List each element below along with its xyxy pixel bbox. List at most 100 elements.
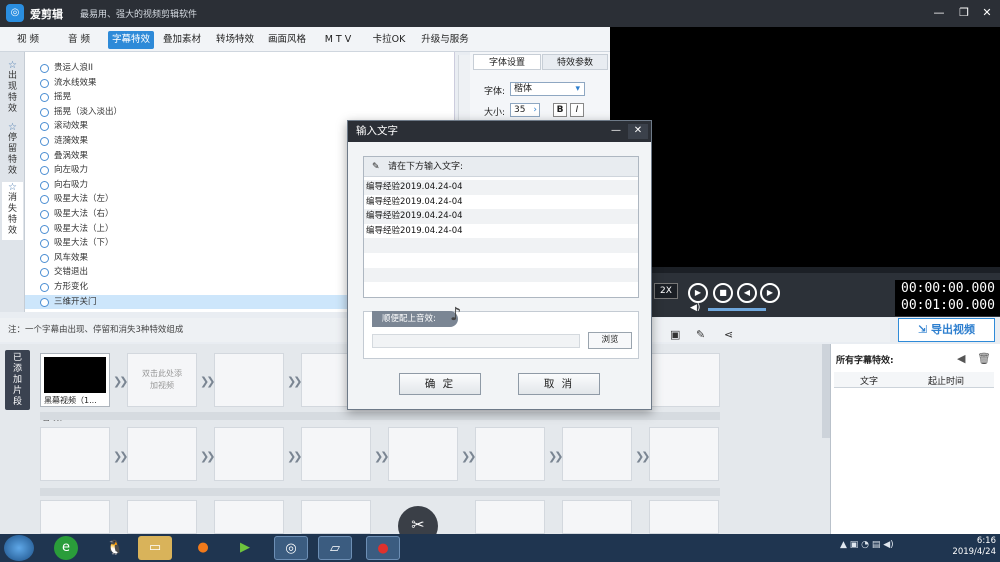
font-select[interactable]: 楷体 ▾ [510,82,585,96]
italic-button[interactable]: I [570,103,584,117]
taskbar-clock[interactable]: 6:16 2019/4/24 [930,536,996,560]
close-icon[interactable]: ✕ [978,5,996,21]
radio-icon [40,239,49,249]
tab-appear-effects[interactable]: ☆ 出现特效 [2,60,23,118]
aijianji-taskbar-icon[interactable]: ◎ [274,536,308,560]
stop-icon[interactable]: ■ [713,283,733,303]
audio-slot[interactable] [388,427,458,481]
input-text-dialog: 输入文字 — ✕ ✎ 请在下方输入文字: 编导经验2019.04.24-04 编导… [347,120,652,410]
audio-slot[interactable] [301,427,371,481]
radio-icon [40,64,49,73]
audio-slot[interactable] [214,427,284,481]
text-line[interactable]: 编导经验2019.04.24-04 [364,180,638,195]
tab-style[interactable]: 画面风格 [262,31,312,49]
start-button[interactable] [4,535,34,561]
audio-slot[interactable] [40,427,110,481]
browse-button[interactable]: 浏览 [588,332,632,349]
radio-icon [40,107,49,117]
tab-font-settings[interactable]: 字体设置 [473,54,541,70]
tab-upgrade[interactable]: 升级与服务 [416,31,474,49]
tab-disappear-effects[interactable]: ☆ 消失特效 [2,182,23,240]
firefox-icon[interactable]: ● [186,536,220,560]
play-icon[interactable]: ▶ [688,283,708,303]
radio-icon [40,122,49,132]
export-video-button[interactable]: ⇲ 导出视频 [898,318,995,342]
tab-audio[interactable]: 音 频 [58,31,100,49]
cancel-button[interactable]: 取 消 [518,373,600,395]
window-icon[interactable]: ▱ [318,536,352,560]
tab-overlay[interactable]: 叠加素材 [158,31,206,49]
clip-slot[interactable] [127,500,197,534]
text-line[interactable] [364,267,638,283]
clip-slot[interactable] [562,500,632,534]
browser-icon[interactable]: e [54,536,78,560]
clip-slot[interactable] [40,500,110,534]
item-label: 方形变化 [54,282,89,292]
tab-video[interactable]: 视 频 [8,31,48,49]
arrow-icon: ❯❯ [635,450,651,463]
list-item[interactable]: 流水线效果 [25,76,454,91]
list-item[interactable]: 摇晃 [25,90,454,105]
volume-slider[interactable] [708,308,766,311]
add-video-slot[interactable]: 双击此处添加视频 [127,353,197,407]
prev-frame-icon[interactable]: ◀ [737,283,757,303]
audio-slot[interactable] [562,427,632,481]
back-icon[interactable]: ◀ [957,352,965,365]
tab-stay-effects[interactable]: ☆ 停留特效 [2,122,23,180]
sound-path-field[interactable] [372,334,580,348]
added-clips-tab[interactable]: 已添加片段 [5,350,30,410]
ok-button[interactable]: 确 定 [399,373,481,395]
edit-icon: ✎ [372,162,380,172]
clip-slot[interactable] [649,500,719,534]
list-item[interactable]: 摇晃（淡入淡出） [25,105,454,120]
tab-transitions[interactable]: 转场特效 [210,31,260,49]
trash-icon[interactable]: 🗑 [977,352,991,365]
text-line[interactable] [364,238,638,253]
audio-slot[interactable] [649,427,719,481]
system-tray[interactable]: ▲ ▣ ◔ ▤ ◀) [840,540,925,554]
text-line[interactable]: 编导经验2019.04.24-04 [364,209,638,224]
font-label: 字体: [484,87,506,97]
minimize-icon[interactable]: — [930,5,948,21]
timeline-scrubber[interactable] [610,267,1000,273]
tab-karaoke[interactable]: 卡拉OK [366,31,412,49]
text-line[interactable]: 编导经验2019.04.24-04 [364,224,638,239]
tab-subtitle-effects[interactable]: 字幕特效 [108,31,154,49]
radio-icon [40,268,49,278]
clip-slot[interactable] [214,500,284,534]
text-line[interactable]: 编导经验2019.04.24-04 [364,195,638,210]
tab-mtv[interactable]: M T V [316,31,360,49]
clip-slot[interactable] [301,500,371,534]
save-icon[interactable]: ▣ [670,328,680,341]
close-icon[interactable]: ✕ [628,124,648,139]
bold-button[interactable]: B [553,103,567,117]
tab-label: 停留特效 [7,133,17,176]
record-icon[interactable]: ● [366,536,400,560]
speed-button[interactable]: 2X [654,283,678,299]
media-player-icon[interactable]: ▶ [228,536,262,560]
arrow-icon: ❯❯ [287,450,303,463]
edit-icon[interactable]: ✎ [696,328,705,341]
volume-icon[interactable]: ◀) [690,303,700,313]
panel-scrollbar[interactable] [822,344,830,438]
audio-slot[interactable] [475,427,545,481]
clip-slot[interactable] [475,500,545,534]
share-icon[interactable]: ⋖ [724,328,733,341]
next-frame-icon[interactable]: ▶ [760,283,780,303]
maximize-icon[interactable]: ❐ [955,5,973,21]
folder-icon[interactable]: ▭ [138,536,172,560]
minimize-icon[interactable]: — [606,124,626,139]
app-slogan: 最易用、强大的视频剪辑软件 [80,10,198,20]
tab-effect-params[interactable]: 特效参数 [542,54,608,70]
list-item[interactable]: 贵运人浪II [25,61,454,76]
qq-icon[interactable]: 🐧 [98,536,132,560]
text-line[interactable] [364,253,638,268]
prompt-text: 请在下方输入文字: [388,162,464,172]
video-clip[interactable]: 黑幕视频（1... [40,353,110,407]
text-input-area[interactable]: ✎ 请在下方输入文字: 编导经验2019.04.24-04 编导经验2019.04… [363,156,639,298]
video-slot[interactable] [650,353,720,407]
video-slot[interactable] [214,353,284,407]
size-input[interactable]: 35 › [510,103,540,117]
arrow-icon: ❯❯ [200,375,216,388]
audio-slot[interactable] [127,427,197,481]
